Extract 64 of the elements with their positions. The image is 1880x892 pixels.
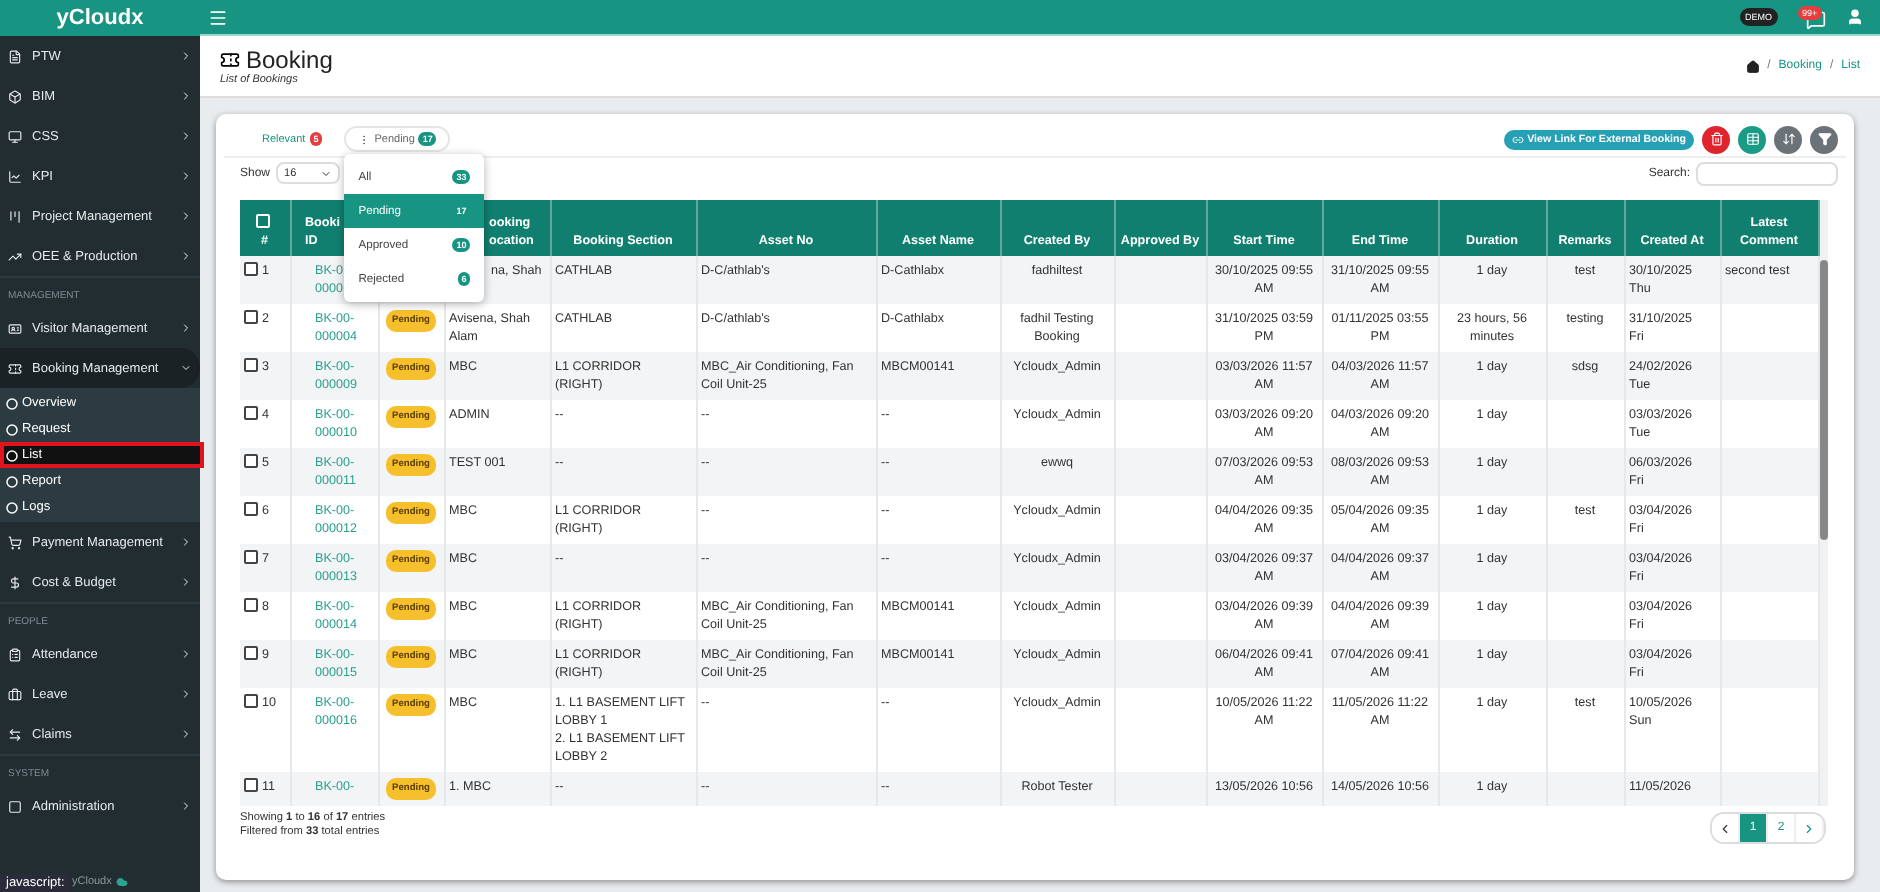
- ticket-icon: [8, 361, 22, 375]
- menu-icon[interactable]: [208, 7, 228, 27]
- chevron-left-icon: [1718, 821, 1732, 835]
- sort-icon: [1781, 132, 1795, 146]
- briefcase-icon: [8, 687, 22, 701]
- chevron-right-icon: [180, 648, 192, 660]
- checkbox[interactable]: [244, 598, 258, 612]
- filter-button[interactable]: [1810, 125, 1838, 153]
- board-icon: [8, 209, 22, 223]
- trend-chart-icon: [8, 249, 22, 263]
- checkbox[interactable]: [244, 694, 258, 708]
- chevron-right-icon: [180, 576, 192, 588]
- page-title: Booking: [246, 46, 333, 74]
- circle-icon: [6, 397, 18, 409]
- document-icon: [8, 49, 22, 63]
- chevron-right-icon: [180, 688, 192, 700]
- circle-icon: [6, 449, 18, 461]
- brand-logo: yCloudx: [0, 0, 200, 36]
- checkbox[interactable]: [244, 550, 258, 564]
- filter-icon: [1817, 132, 1831, 146]
- home-icon[interactable]: [1745, 59, 1760, 73]
- id-card-icon: [8, 321, 22, 335]
- chevron-right-icon: [180, 322, 192, 334]
- checkbox[interactable]: [244, 646, 258, 660]
- dollar-icon: [8, 575, 22, 589]
- cloud-icon: [115, 876, 128, 888]
- cube-icon: [8, 89, 22, 103]
- arrows-icon: [8, 727, 22, 741]
- chevron-right-icon: [180, 250, 192, 262]
- chevron-right-icon: [180, 170, 192, 182]
- chevron-right-icon: [180, 728, 192, 740]
- chevron-down-icon: [320, 167, 333, 179]
- circle-icon: [6, 501, 18, 513]
- table-button[interactable]: [1738, 125, 1766, 153]
- chevron-right-icon: [180, 800, 192, 812]
- checkbox[interactable]: [244, 310, 258, 324]
- trash-icon: [1709, 132, 1723, 146]
- delete-button[interactable]: [1702, 125, 1730, 153]
- circle-icon: [6, 475, 18, 487]
- table-icon: [1745, 132, 1759, 146]
- checkbox[interactable]: [244, 406, 258, 420]
- sort-button[interactable]: [1774, 125, 1802, 153]
- clipboard-icon: [8, 647, 22, 661]
- chevron-right-icon: [180, 130, 192, 142]
- ticket-icon: [220, 50, 240, 70]
- chevron-right-icon: [180, 50, 192, 62]
- monitor-icon: [8, 129, 22, 143]
- search-field[interactable]: [1696, 161, 1838, 185]
- checkbox[interactable]: [244, 358, 258, 372]
- chevron-right-icon: [180, 210, 192, 222]
- line-chart-icon: [8, 169, 22, 183]
- circle-icon: [6, 423, 18, 435]
- checkbox[interactable]: [244, 262, 258, 276]
- cart-icon: [8, 535, 22, 549]
- square-icon: [8, 799, 22, 813]
- chevron-right-icon: [180, 536, 192, 548]
- chevron-right-icon: [1802, 821, 1816, 835]
- checkbox[interactable]: [244, 502, 258, 516]
- checkbox[interactable]: [244, 778, 258, 792]
- link-icon: [1511, 133, 1524, 145]
- checkbox[interactable]: [244, 454, 258, 468]
- chevron-down-icon: [180, 362, 192, 374]
- chevron-right-icon: [180, 90, 192, 102]
- user-icon[interactable]: [1846, 8, 1864, 26]
